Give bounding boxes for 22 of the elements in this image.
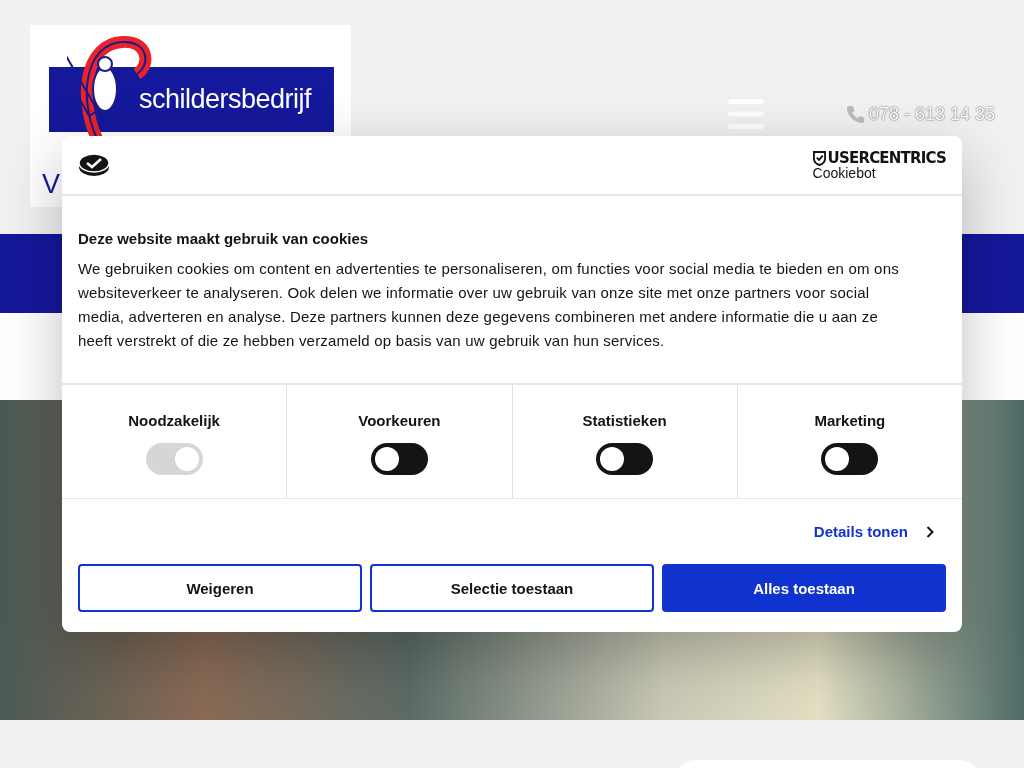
toggle-switch[interactable] [821,443,879,475]
toggle-switch[interactable] [370,443,428,475]
chevron-right-icon[interactable] [926,525,934,538]
brand-name: USERCENTRICS [827,150,946,166]
phone-icon [845,104,865,124]
dialog-text: We gebruiken cookies om content en advertenties te personaliseren, om functies voor social media te bieden en om ons websiteverkeer te analyseren. Ook delen we informatie over uw gebruik van onze site met onze partners voor social media, adverteren en analyse. Deze partners kunnen deze gegevens combineren met andere informatie die u aan ze heeft verstrekt of die ze hebben verzameld op basis van uw gebruik van hun services. [78,259,900,351]
accept-all-button[interactable]: Alles toestaan [662,564,946,612]
shield-check-icon [812,150,826,166]
category-label: Noodzakelijk [128,412,220,429]
cookie-check-icon [78,153,110,177]
consent-button[interactable]: Selectie toestaan [370,564,654,612]
details-link[interactable]: Details tonen [813,523,908,540]
phone-number[interactable]: 078 - 613 14 35 [868,103,995,125]
category-label: Marketing [814,412,886,429]
category-label: Voorkeuren [358,412,441,429]
consent-button[interactable]: Weigeren [78,564,362,612]
dialog-title: Deze website maakt gebruik van cookies [78,230,370,247]
category-label: Statistieken [582,412,667,429]
logo-text: V [42,169,60,200]
toggle-switch[interactable] [596,443,654,475]
brand-subtitle: Cookiebot [812,165,877,180]
logo-text: schildersbedrijf [139,84,312,115]
